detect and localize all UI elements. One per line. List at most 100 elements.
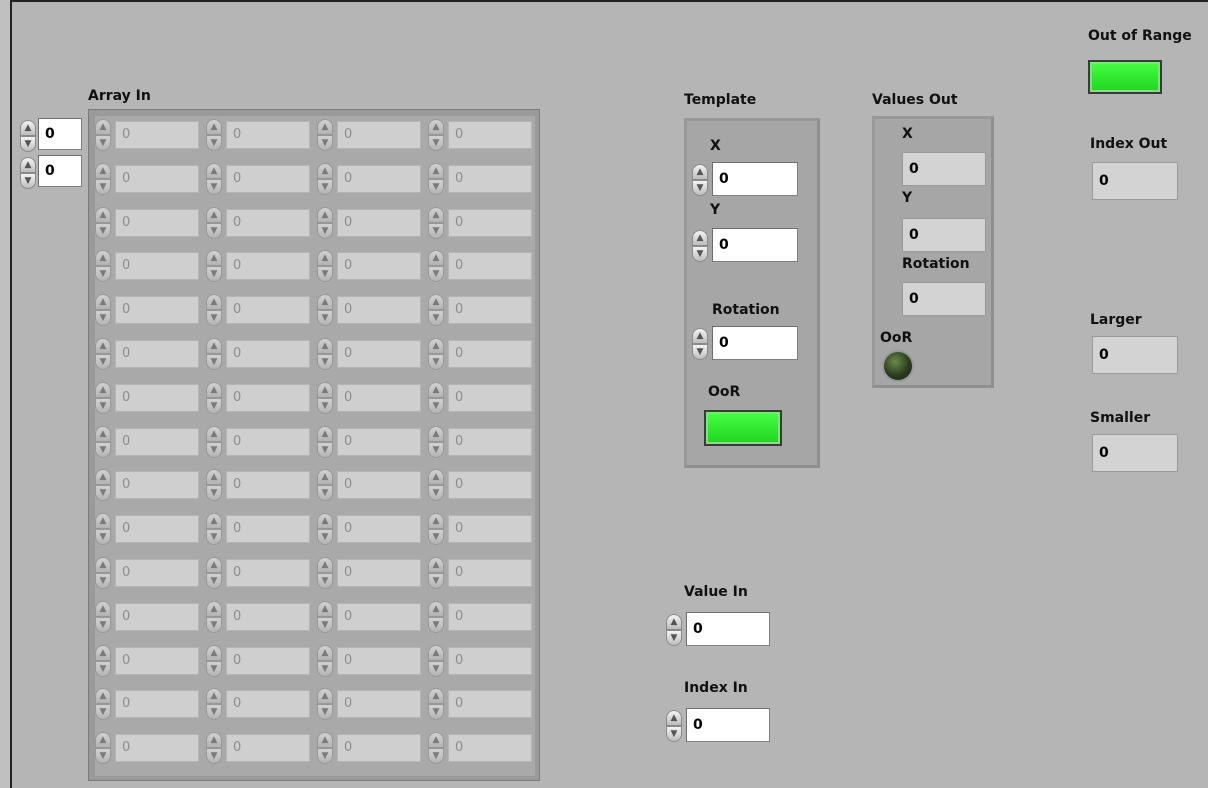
spinner-icon[interactable]: ▲ ▼ [206,644,222,677]
spinner-icon[interactable]: ▲ ▼ [317,644,333,677]
spinner-icon[interactable]: ▲ ▼ [428,338,444,370]
spinner-icon[interactable]: ▲ ▼ [206,600,222,633]
spinner-icon[interactable]: ▲ ▼ [428,162,444,195]
spinner-icon[interactable]: ▲ ▼ [95,732,111,765]
spinner-icon[interactable]: ▲ ▼ [206,338,222,370]
array-cell-field[interactable]: 0 [226,427,310,456]
spinner-icon[interactable]: ▲ ▼ [692,230,708,262]
array-cell[interactable]: ▲ ▼ 0 [317,294,421,327]
array-cell[interactable]: ▲ ▼ 0 [95,294,199,327]
array-cell[interactable]: ▲ ▼ 0 [95,425,199,458]
array-cell-field[interactable]: 0 [226,164,310,193]
spinner-icon[interactable]: ▲ ▼ [95,644,111,677]
array-cell-field[interactable]: 0 [337,164,421,193]
spinner-icon[interactable]: ▲ ▼ [428,381,444,414]
array-cell-field[interactable]: 0 [337,427,421,456]
array-cell-field[interactable]: 0 [337,602,421,631]
spinner-icon[interactable]: ▲ ▼ [692,164,708,196]
array-cell[interactable]: ▲ ▼ 0 [428,425,532,458]
array-cell-field[interactable]: 0 [226,121,310,149]
array-cell-field[interactable]: 0 [337,383,421,412]
spinner-icon[interactable]: ▲ ▼ [95,338,111,370]
array-cell-field[interactable]: 0 [115,471,199,500]
spinner-icon[interactable]: ▲ ▼ [428,732,444,765]
array-index-0-field[interactable]: 0 [38,118,82,150]
spinner-icon[interactable]: ▲ ▼ [317,732,333,765]
spinner-icon[interactable]: ▲ ▼ [317,425,333,458]
spinner-icon[interactable]: ▲ ▼ [206,557,222,589]
spinner-icon[interactable]: ▲ ▼ [428,513,444,546]
array-cell-field[interactable]: 0 [337,208,421,237]
spinner-icon[interactable]: ▲ ▼ [428,119,444,151]
array-cell[interactable]: ▲ ▼ 0 [95,206,199,239]
array-cell[interactable]: ▲ ▼ 0 [428,600,532,633]
array-cell-field[interactable]: 0 [226,515,310,544]
array-cell-field[interactable]: 0 [448,427,532,456]
array-cell[interactable]: ▲ ▼ 0 [428,294,532,327]
array-cell[interactable]: ▲ ▼ 0 [206,425,310,458]
array-cell[interactable]: ▲ ▼ 0 [428,513,532,546]
array-cell[interactable]: ▲ ▼ 0 [95,688,199,721]
array-index-0[interactable]: ▲ ▼ 0 [20,118,82,152]
array-cell[interactable]: ▲ ▼ 0 [206,644,310,677]
spinner-icon[interactable]: ▲ ▼ [95,688,111,721]
array-cell-field[interactable]: 0 [115,121,199,149]
spinner-icon[interactable]: ▲ ▼ [317,381,333,414]
spinner-icon[interactable]: ▲ ▼ [317,294,333,327]
array-cell[interactable]: ▲ ▼ 0 [428,206,532,239]
array-cell[interactable]: ▲ ▼ 0 [317,557,421,589]
array-cell-field[interactable]: 0 [337,296,421,325]
spinner-icon[interactable]: ▲ ▼ [428,557,444,589]
array-cell[interactable]: ▲ ▼ 0 [206,294,310,327]
spinner-icon[interactable]: ▲ ▼ [317,513,333,546]
spinner-icon[interactable]: ▲ ▼ [95,206,111,239]
array-cell[interactable]: ▲ ▼ 0 [206,338,310,370]
spinner-icon[interactable]: ▲ ▼ [20,120,36,152]
array-cell[interactable]: ▲ ▼ 0 [95,557,199,589]
array-cell[interactable]: ▲ ▼ 0 [317,425,421,458]
array-cell-field[interactable]: 0 [448,734,532,763]
array-cell[interactable]: ▲ ▼ 0 [206,469,310,502]
spinner-icon[interactable]: ▲ ▼ [428,688,444,721]
array-cell-field[interactable]: 0 [115,559,199,587]
array-cell-field[interactable]: 0 [115,296,199,325]
spinner-icon[interactable]: ▲ ▼ [20,157,36,189]
array-cell-field[interactable]: 0 [226,208,310,237]
array-cell[interactable]: ▲ ▼ 0 [428,732,532,765]
spinner-icon[interactable]: ▲ ▼ [95,557,111,589]
array-cell-field[interactable]: 0 [337,690,421,719]
array-cell[interactable]: ▲ ▼ 0 [317,250,421,283]
template-x-field[interactable]: 0 [712,162,798,196]
array-cell[interactable]: ▲ ▼ 0 [428,688,532,721]
array-cell[interactable]: ▲ ▼ 0 [317,600,421,633]
spinner-icon[interactable]: ▲ ▼ [317,162,333,195]
array-cell[interactable]: ▲ ▼ 0 [428,162,532,195]
array-cell[interactable]: ▲ ▼ 0 [95,119,199,151]
template-rotation-field[interactable]: 0 [712,326,798,360]
spinner-icon[interactable]: ▲ ▼ [206,381,222,414]
index-in-field[interactable]: 0 [686,708,770,742]
array-cell[interactable]: ▲ ▼ 0 [428,557,532,589]
array-cell[interactable]: ▲ ▼ 0 [95,162,199,195]
spinner-icon[interactable]: ▲ ▼ [317,688,333,721]
array-cell[interactable]: ▲ ▼ 0 [206,557,310,589]
array-cell-field[interactable]: 0 [448,164,532,193]
spinner-icon[interactable]: ▲ ▼ [317,250,333,283]
array-cell[interactable]: ▲ ▼ 0 [317,162,421,195]
spinner-icon[interactable]: ▲ ▼ [317,600,333,633]
array-cell[interactable]: ▲ ▼ 0 [95,250,199,283]
spinner-icon[interactable]: ▲ ▼ [95,600,111,633]
spinner-icon[interactable]: ▲ ▼ [317,338,333,370]
array-cell[interactable]: ▲ ▼ 0 [95,600,199,633]
spinner-icon[interactable]: ▲ ▼ [206,206,222,239]
array-cell[interactable]: ▲ ▼ 0 [206,732,310,765]
spinner-icon[interactable]: ▲ ▼ [206,732,222,765]
array-cell-field[interactable]: 0 [337,559,421,587]
array-cell-field[interactable]: 0 [337,340,421,368]
array-cell[interactable]: ▲ ▼ 0 [95,513,199,546]
spinner-icon[interactable]: ▲ ▼ [206,162,222,195]
array-cell[interactable]: ▲ ▼ 0 [206,381,310,414]
spinner-icon[interactable]: ▲ ▼ [95,513,111,546]
spinner-icon[interactable]: ▲ ▼ [206,250,222,283]
array-cell-field[interactable]: 0 [448,559,532,587]
